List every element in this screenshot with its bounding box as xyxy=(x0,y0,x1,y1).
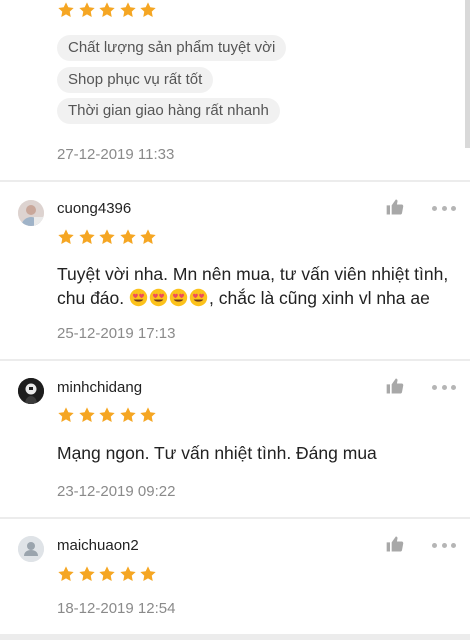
thumbs-up-icon[interactable] xyxy=(385,534,405,554)
more-options-icon[interactable] xyxy=(432,541,456,549)
rating-stars xyxy=(57,1,160,19)
review-tag: Thời gian giao hàng rất nhanh xyxy=(57,98,280,124)
comment-text: , chắc là cũng xinh vl nha ae xyxy=(209,288,430,308)
star-icon xyxy=(119,406,137,424)
star-icon xyxy=(57,1,75,19)
review-date: 18-12-2019 12:54 xyxy=(57,600,176,617)
scrollbar[interactable] xyxy=(465,0,470,148)
star-icon xyxy=(78,1,96,19)
star-icon xyxy=(57,228,75,246)
divider xyxy=(0,180,470,182)
reviewer-username[interactable]: minhchidang xyxy=(57,379,142,396)
star-icon xyxy=(119,565,137,583)
review-comment: Mạng ngon. Tư vấn nhiệt tình. Đáng mua xyxy=(57,443,377,463)
star-icon xyxy=(139,565,157,583)
review-date: 23-12-2019 09:22 xyxy=(57,483,176,500)
star-icon xyxy=(57,565,75,583)
heart-eyes-emoji-icon xyxy=(169,288,188,307)
thumbs-up-icon[interactable] xyxy=(385,376,405,396)
star-icon xyxy=(119,228,137,246)
reviewer-username[interactable]: cuong4396 xyxy=(57,200,131,217)
rating-stars xyxy=(57,565,160,583)
avatar[interactable] xyxy=(18,536,44,562)
review-date: 27-12-2019 11:33 xyxy=(57,146,175,163)
review-comment: Tuyệt vời nha. Mn nên mua, tư vấn viên n… xyxy=(57,262,462,310)
heart-eyes-emoji xyxy=(129,288,209,308)
review-tag: Shop phục vụ rất tốt xyxy=(57,67,214,93)
star-icon xyxy=(139,1,157,19)
star-icon xyxy=(98,406,116,424)
star-icon xyxy=(78,406,96,424)
more-options-icon[interactable] xyxy=(432,383,456,391)
avatar[interactable] xyxy=(18,200,44,226)
more-options-icon[interactable] xyxy=(432,204,456,212)
review-tag: Chất lượng sản phẩm tuyệt vời xyxy=(57,35,287,61)
comment-text: chu đáo. xyxy=(57,288,125,308)
star-icon xyxy=(139,406,157,424)
heart-eyes-emoji-icon xyxy=(129,288,148,307)
heart-eyes-emoji-icon xyxy=(149,288,168,307)
rating-stars xyxy=(57,228,160,246)
thumbs-up-icon[interactable] xyxy=(385,197,405,217)
divider xyxy=(0,634,470,640)
avatar[interactable] xyxy=(18,378,44,404)
star-icon xyxy=(57,406,75,424)
star-icon xyxy=(78,228,96,246)
divider xyxy=(0,359,470,361)
star-icon xyxy=(139,228,157,246)
heart-eyes-emoji-icon xyxy=(189,288,208,307)
divider xyxy=(0,517,470,519)
rating-stars xyxy=(57,406,160,424)
review-date: 25-12-2019 17:13 xyxy=(57,325,176,342)
star-icon xyxy=(98,228,116,246)
star-icon xyxy=(78,565,96,583)
star-icon xyxy=(98,565,116,583)
reviewer-username[interactable]: maichuaon2 xyxy=(57,537,139,554)
comment-line: chu đáo. , chắc là cũng xinh vl nha ae xyxy=(57,286,462,310)
star-icon xyxy=(119,1,137,19)
star-icon xyxy=(98,1,116,19)
comment-line: Tuyệt vời nha. Mn nên mua, tư vấn viên n… xyxy=(57,264,449,284)
